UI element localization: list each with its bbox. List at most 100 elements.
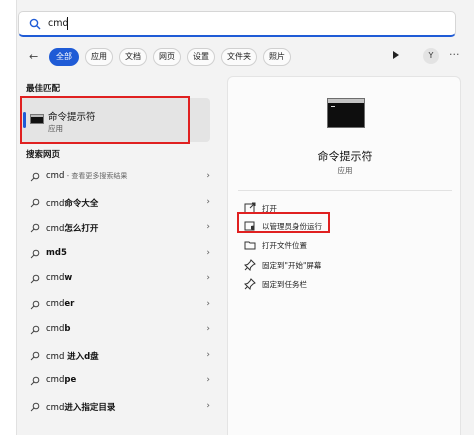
divider xyxy=(238,190,452,191)
filter-chip-documents[interactable]: 文档 xyxy=(119,48,147,66)
best-match-title: 命令提示符 xyxy=(48,112,96,123)
web-search-suggestion[interactable]: md5 › xyxy=(20,243,218,265)
search-box[interactable]: cmd xyxy=(18,11,456,37)
command-prompt-icon xyxy=(30,114,44,124)
suggestion-prefix: cmd xyxy=(46,324,65,334)
suggestion-label: md5 xyxy=(46,248,67,258)
suggestion-completion: b xyxy=(64,324,71,334)
web-search-suggestion[interactable]: cmd怎么打开 › xyxy=(20,217,218,239)
web-search-suggestion[interactable]: cmd命令大全 › xyxy=(20,192,218,214)
suggestion-completion: md5 xyxy=(46,248,67,258)
selection-indicator xyxy=(23,112,26,128)
search-icon xyxy=(30,300,40,310)
search-icon xyxy=(30,172,40,182)
suggestion-prefix: cmd xyxy=(46,375,65,385)
text-caret xyxy=(67,17,68,30)
filter-chip-all[interactable]: 全部 xyxy=(49,48,79,66)
back-arrow-icon[interactable]: ← xyxy=(29,50,38,63)
chevron-right-icon: › xyxy=(206,350,210,360)
action-label: 打开 xyxy=(262,204,277,213)
filter-chip-folders[interactable]: 文件夹 xyxy=(221,48,257,66)
search-icon xyxy=(30,198,40,208)
pin-icon xyxy=(244,278,256,290)
detail-subtitle: 应用 xyxy=(337,166,353,175)
suggestion-prefix: cmd xyxy=(46,273,65,283)
suggestion-label: cmd怎么打开 xyxy=(46,222,98,234)
action-label: 打开文件位置 xyxy=(262,241,307,250)
chevron-right-icon: › xyxy=(206,171,210,181)
web-search-suggestion[interactable]: cmder › xyxy=(20,294,218,316)
open-external-icon xyxy=(244,202,256,214)
suggestion-prefix: cmd xyxy=(46,299,65,309)
suggestion-label: cmder xyxy=(46,299,74,309)
web-search-suggestion[interactable]: cmdb › xyxy=(20,319,218,341)
detail-title: 命令提示符 xyxy=(317,150,373,163)
web-search-suggestion[interactable]: cmdw › xyxy=(20,268,218,290)
shield-admin-icon xyxy=(244,221,255,231)
filter-chip-web[interactable]: 网页 xyxy=(153,48,181,66)
search-icon xyxy=(29,18,41,30)
suggestion-completion: 命令大全 xyxy=(64,199,99,209)
best-match-result[interactable]: 命令提示符 应用 xyxy=(20,98,210,142)
chevron-right-icon: › xyxy=(206,197,210,207)
avatar[interactable]: Y xyxy=(423,48,439,64)
web-search-suggestion[interactable]: cmd 进入d盘 › xyxy=(20,345,218,367)
suggestion-label: cmdpe xyxy=(46,375,76,385)
suggestion-completion: 进入指定目录 xyxy=(64,403,116,413)
action-open-file-location[interactable]: 打开文件位置 xyxy=(242,236,442,254)
suggestion-completion: w xyxy=(64,273,73,283)
suggestion-prefix: cmd xyxy=(46,171,65,181)
best-match-subtitle: 应用 xyxy=(48,124,63,133)
suggestion-label: cmdb xyxy=(46,324,70,334)
suggestion-completion: 怎么打开 xyxy=(64,224,99,234)
suggestion-prefix: cmd xyxy=(46,403,65,413)
web-search-suggestion[interactable]: cmdpe › xyxy=(20,370,218,392)
action-run-as-admin[interactable]: 以管理员身份运行 xyxy=(242,217,442,235)
suggestion-label: cmdw xyxy=(46,273,72,283)
more-options-icon[interactable]: ··· xyxy=(449,48,460,61)
filter-chip-apps[interactable]: 应用 xyxy=(85,48,113,66)
suggestion-note: - 查看更多搜索结果 xyxy=(64,172,128,180)
suggestion-label: cmd 进入d盘 xyxy=(46,350,99,362)
filter-chip-photos[interactable]: 照片 xyxy=(263,48,291,66)
action-label: 固定到任务栏 xyxy=(262,280,307,289)
action-label: 固定到"开始"屏幕 xyxy=(262,261,322,270)
detail-panel: 命令提示符 应用 打开 以管理员身份运行 打开文件位置 固定到"开始"屏幕 固定… xyxy=(227,76,461,435)
chevron-right-icon: › xyxy=(206,273,210,283)
suggestion-label: cmd进入指定目录 xyxy=(46,401,115,413)
chevron-right-icon: › xyxy=(206,375,210,385)
filter-chip-settings[interactable]: 设置 xyxy=(187,48,215,66)
search-icon xyxy=(30,376,40,386)
web-search-suggestion[interactable]: cmd进入指定目录 › xyxy=(20,396,218,418)
search-icon xyxy=(30,351,40,361)
chevron-right-icon: › xyxy=(206,299,210,309)
action-pin-to-taskbar[interactable]: 固定到任务栏 xyxy=(242,275,442,293)
search-icon xyxy=(30,223,40,233)
search-icon xyxy=(30,274,40,284)
command-prompt-large-icon xyxy=(327,98,365,128)
chevron-right-icon: › xyxy=(206,324,210,334)
action-open[interactable]: 打开 xyxy=(242,199,442,217)
search-query[interactable]: cmd xyxy=(48,18,69,29)
chevron-right-icon: › xyxy=(206,248,210,258)
web-search-suggestion[interactable]: cmd - 查看更多搜索结果 › xyxy=(20,166,218,188)
suggestion-completion: er xyxy=(64,299,75,309)
action-pin-to-start[interactable]: 固定到"开始"屏幕 xyxy=(242,256,442,274)
search-icon xyxy=(30,402,40,412)
suggestion-prefix: cmd xyxy=(46,199,65,209)
chevron-right-icon: › xyxy=(206,222,210,232)
suggestion-completion: pe xyxy=(64,375,77,385)
suggestion-label: cmd - 查看更多搜索结果 xyxy=(46,171,127,181)
chevron-right-icon: › xyxy=(206,401,210,411)
search-icon xyxy=(30,325,40,335)
best-match-heading: 最佳匹配 xyxy=(26,84,61,94)
suggestion-prefix: cmd xyxy=(46,352,68,362)
play-icon[interactable] xyxy=(393,51,399,59)
pin-icon xyxy=(244,259,256,271)
suggestion-prefix: cmd xyxy=(46,224,65,234)
folder-icon xyxy=(244,241,256,250)
search-icon xyxy=(30,249,40,259)
web-search-heading: 搜索网页 xyxy=(26,150,61,160)
suggestion-label: cmd命令大全 xyxy=(46,197,98,209)
action-label: 以管理员身份运行 xyxy=(262,222,322,231)
